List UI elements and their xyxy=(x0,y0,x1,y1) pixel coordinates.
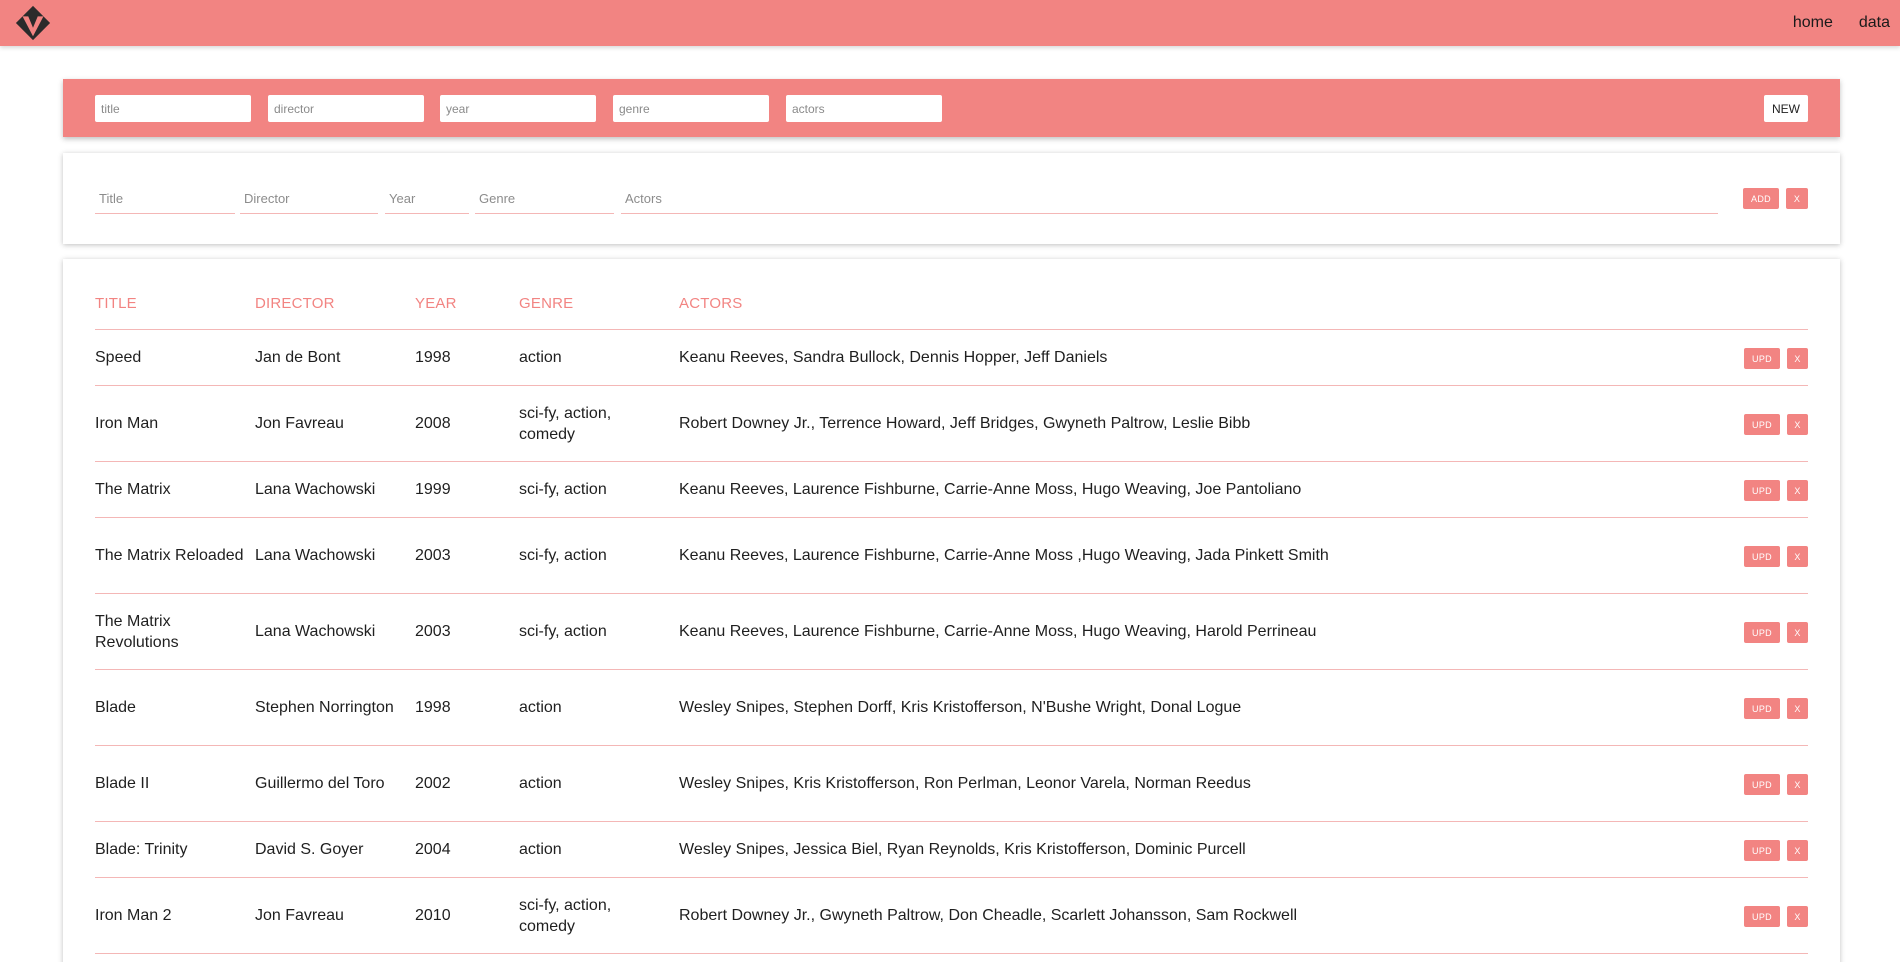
cell-year: 2003 xyxy=(415,623,451,640)
table-header: TITLE DIRECTOR YEAR GENRE ACTORS xyxy=(95,259,1808,330)
cell-director: Lana Wachowski xyxy=(255,481,376,498)
update-button[interactable]: UPD xyxy=(1744,622,1780,643)
cell-director: Lana Wachowski xyxy=(255,547,376,564)
cell-genre: action xyxy=(519,775,562,792)
brand-logo-icon[interactable] xyxy=(14,4,52,42)
delete-button[interactable]: X xyxy=(1787,414,1808,435)
cell-director: Guillermo del Toro xyxy=(255,775,385,792)
cell-genre: sci-fy, action, comedy xyxy=(519,404,612,443)
cell-year: 2003 xyxy=(415,547,451,564)
cell-genre: action xyxy=(519,349,562,366)
cell-title: The Matrix Reloaded xyxy=(95,547,244,564)
header-title: TITLE xyxy=(95,295,137,312)
cell-genre: sci-fy, action, comedy xyxy=(519,896,612,935)
add-year-field[interactable] xyxy=(385,184,469,214)
cell-title: Blade: Trinity xyxy=(95,841,188,858)
delete-button[interactable]: X xyxy=(1787,840,1808,861)
new-button[interactable]: NEW xyxy=(1764,95,1808,122)
table-row: Iron Man Jon Favreau 2008 sci-fy, action… xyxy=(95,386,1808,462)
update-button[interactable]: UPD xyxy=(1744,348,1780,369)
table-row: Speed Jan de Bont 1998 action Keanu Reev… xyxy=(95,330,1808,386)
cell-title: The Matrix xyxy=(95,481,171,498)
add-title-field[interactable] xyxy=(95,184,235,214)
cell-director: Jan de Bont xyxy=(255,349,341,366)
add-director-field[interactable] xyxy=(240,184,378,214)
cell-director: Jon Favreau xyxy=(255,907,344,924)
update-button[interactable]: UPD xyxy=(1744,698,1780,719)
cell-actors: Robert Downey Jr., Gwyneth Paltrow, Don … xyxy=(679,907,1298,924)
nav-links: home data xyxy=(1793,0,1900,46)
header-year: YEAR xyxy=(415,295,457,312)
table-row: Blade II Guillermo del Toro 2002 action … xyxy=(95,746,1808,822)
add-genre-field[interactable] xyxy=(475,184,614,214)
update-button[interactable]: UPD xyxy=(1744,414,1780,435)
cell-genre: sci-fy, action xyxy=(519,623,607,640)
add-button[interactable]: ADD xyxy=(1743,188,1779,209)
update-button[interactable]: UPD xyxy=(1744,840,1780,861)
cell-title: Iron Man 2 xyxy=(95,907,172,924)
cell-year: 2002 xyxy=(415,775,451,792)
movies-table: TITLE DIRECTOR YEAR GENRE ACTORS Speed J… xyxy=(63,259,1840,962)
cell-year: 1998 xyxy=(415,349,451,366)
table-row: The Matrix Lana Wachowski 1999 sci-fy, a… xyxy=(95,462,1808,518)
cell-director: David S. Goyer xyxy=(255,841,364,858)
delete-button[interactable]: X xyxy=(1787,698,1808,719)
table-row: The Matrix Revolutions Lana Wachowski 20… xyxy=(95,594,1808,670)
cell-actors: Keanu Reeves, Laurence Fishburne, Carrie… xyxy=(679,547,1329,564)
cell-actors: Keanu Reeves, Laurence Fishburne, Carrie… xyxy=(679,481,1302,498)
cell-title: Blade xyxy=(95,699,136,716)
delete-button[interactable]: X xyxy=(1787,906,1808,927)
cell-year: 2004 xyxy=(415,841,451,858)
cell-genre: action xyxy=(519,699,562,716)
cell-genre: action xyxy=(519,841,562,858)
table-row: The Matrix Reloaded Lana Wachowski 2003 … xyxy=(95,518,1808,594)
cell-director: Lana Wachowski xyxy=(255,623,376,640)
cell-title: The Matrix Revolutions xyxy=(95,612,179,651)
cell-title: Blade II xyxy=(95,775,150,792)
add-movie-form: ADD X xyxy=(63,153,1840,244)
cell-actors: Wesley Snipes, Stephen Dorff, Kris Krist… xyxy=(679,699,1242,716)
cell-title: Speed xyxy=(95,349,142,366)
cell-actors: Robert Downey Jr., Terrence Howard, Jeff… xyxy=(679,415,1251,432)
close-form-button[interactable]: X xyxy=(1786,188,1808,209)
cell-title: Iron Man xyxy=(95,415,159,432)
cell-genre: sci-fy, action xyxy=(519,547,607,564)
cell-actors: Wesley Snipes, Kris Kristofferson, Ron P… xyxy=(679,775,1251,792)
delete-button[interactable]: X xyxy=(1787,480,1808,501)
update-button[interactable]: UPD xyxy=(1744,480,1780,501)
delete-button[interactable]: X xyxy=(1787,622,1808,643)
nav-link-data[interactable]: data xyxy=(1859,14,1890,32)
update-button[interactable]: UPD xyxy=(1744,774,1780,795)
filter-title-input[interactable] xyxy=(95,95,251,122)
filter-director-input[interactable] xyxy=(268,95,424,122)
cell-year: 2008 xyxy=(415,415,451,432)
table-row: Iron Man 2 Jon Favreau 2010 sci-fy, acti… xyxy=(95,878,1808,954)
table-row: Blade: Trinity David S. Goyer 2004 actio… xyxy=(95,822,1808,878)
delete-button[interactable]: X xyxy=(1787,348,1808,369)
cell-actors: Wesley Snipes, Jessica Biel, Ryan Reynol… xyxy=(679,841,1246,858)
filter-bar: NEW xyxy=(63,79,1840,137)
delete-button[interactable]: X xyxy=(1787,774,1808,795)
header-genre: GENRE xyxy=(519,295,574,312)
cell-actors: Keanu Reeves, Sandra Bullock, Dennis Hop… xyxy=(679,349,1108,366)
top-navbar: home data xyxy=(0,0,1900,46)
nav-link-home[interactable]: home xyxy=(1793,14,1833,32)
update-button[interactable]: UPD xyxy=(1744,906,1780,927)
cell-year: 1998 xyxy=(415,699,451,716)
cell-director: Jon Favreau xyxy=(255,415,344,432)
header-director: DIRECTOR xyxy=(255,295,335,312)
cell-year: 1999 xyxy=(415,481,451,498)
cell-director: Stephen Norrington xyxy=(255,699,394,716)
delete-button[interactable]: X xyxy=(1787,546,1808,567)
update-button[interactable]: UPD xyxy=(1744,546,1780,567)
filter-actors-input[interactable] xyxy=(786,95,942,122)
filter-genre-input[interactable] xyxy=(613,95,769,122)
header-actors: ACTORS xyxy=(679,295,743,312)
table-row: Blade Stephen Norrington 1998 action Wes… xyxy=(95,670,1808,746)
cell-genre: sci-fy, action xyxy=(519,481,607,498)
cell-year: 2010 xyxy=(415,907,451,924)
cell-actors: Keanu Reeves, Laurence Fishburne, Carrie… xyxy=(679,623,1317,640)
add-actors-field[interactable] xyxy=(621,184,1718,214)
filter-year-input[interactable] xyxy=(440,95,596,122)
